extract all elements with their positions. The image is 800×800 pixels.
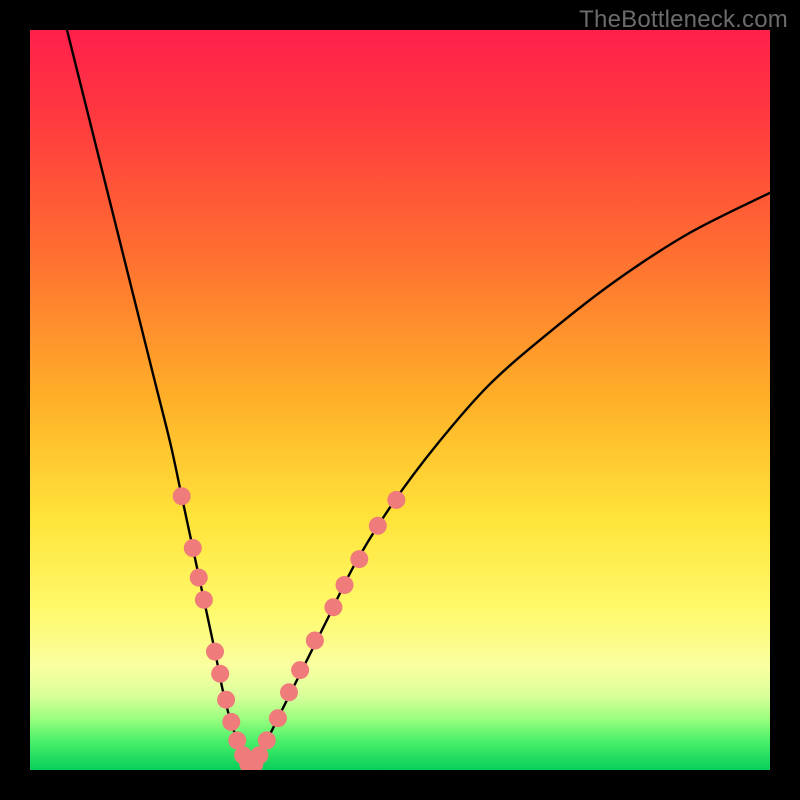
bead	[324, 598, 342, 616]
bead	[211, 665, 229, 683]
bead	[336, 576, 354, 594]
watermark-text: TheBottleneck.com	[579, 6, 788, 34]
bead	[173, 487, 191, 505]
bead	[350, 550, 368, 568]
bead	[184, 539, 202, 557]
bead	[195, 591, 213, 609]
bead	[222, 713, 240, 731]
bead	[280, 683, 298, 701]
bead	[190, 569, 208, 587]
bead	[258, 731, 276, 749]
chart-frame: TheBottleneck.com	[0, 0, 800, 800]
bead	[306, 632, 324, 650]
bead	[217, 691, 235, 709]
bead	[206, 643, 224, 661]
bead	[291, 661, 309, 679]
curve-layer	[30, 30, 770, 770]
left-branch-line	[67, 30, 248, 770]
bead	[269, 709, 287, 727]
bead	[387, 491, 405, 509]
right-branch-line	[248, 193, 770, 770]
highlight-beads	[173, 487, 406, 770]
plot-area	[30, 30, 770, 770]
bead	[369, 517, 387, 535]
